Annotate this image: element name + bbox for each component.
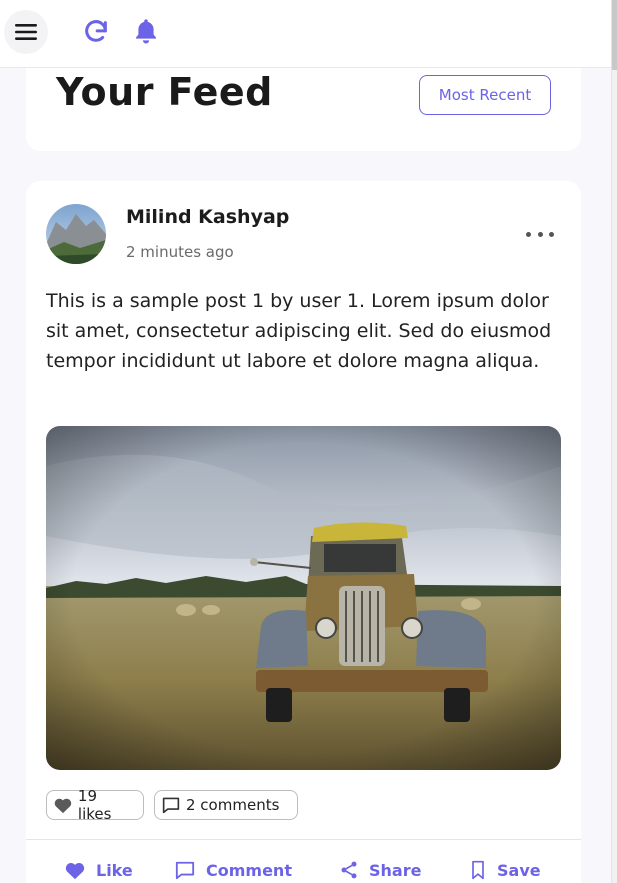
divider — [26, 839, 581, 840]
save-button[interactable]: Save — [469, 857, 541, 883]
likes-count[interactable]: 19 likes — [46, 787, 144, 823]
comment-icon — [175, 861, 195, 880]
comments-count[interactable]: 2 comments — [154, 790, 298, 820]
more-options-button[interactable] — [526, 225, 554, 243]
comments-label: 2 comments — [186, 796, 280, 814]
heart-icon — [54, 798, 72, 814]
refresh-icon — [85, 20, 107, 42]
page-title: Your Feed — [56, 70, 273, 114]
avatar[interactable] — [46, 204, 106, 264]
like-label: Like — [96, 860, 133, 880]
avatar-image — [46, 204, 106, 264]
heart-icon — [65, 863, 85, 880]
likes-label: 19 likes — [77, 787, 112, 823]
post-image[interactable] — [46, 426, 561, 770]
menu-button[interactable] — [4, 10, 48, 54]
share-label: Share — [369, 860, 422, 880]
scrollbar-thumb[interactable] — [612, 0, 617, 70]
page-scrollbar[interactable] — [611, 0, 617, 883]
comment-label: Comment — [206, 860, 292, 880]
share-icon — [341, 861, 357, 879]
notifications-button[interactable] — [132, 17, 160, 45]
bookmark-icon — [472, 860, 484, 880]
sort-button[interactable]: Most Recent — [419, 75, 551, 115]
refresh-button[interactable] — [82, 18, 110, 46]
post-author[interactable]: Milind Kashyap — [126, 206, 289, 228]
post-timestamp: 2 minutes ago — [126, 243, 234, 261]
top-bar — [0, 0, 611, 68]
save-label: Save — [497, 860, 541, 880]
like-button[interactable]: Like — [64, 857, 133, 883]
post-image-picture — [46, 426, 561, 770]
post-card: Milind Kashyap 2 minutes ago This is a s… — [26, 181, 581, 883]
post-text: This is a sample post 1 by user 1. Lorem… — [46, 290, 552, 372]
comment-icon — [162, 797, 180, 814]
bell-icon — [136, 19, 156, 44]
share-button[interactable]: Share — [339, 857, 421, 883]
more-icon — [526, 231, 531, 237]
menu-icon — [15, 24, 37, 40]
comment-button[interactable]: Comment — [174, 857, 292, 883]
